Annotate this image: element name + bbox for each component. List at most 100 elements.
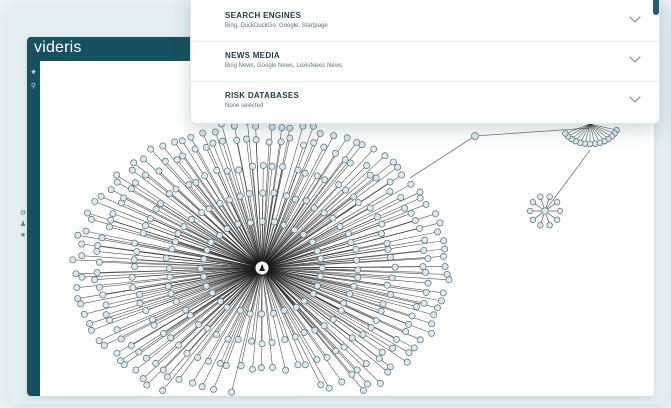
- graph-node[interactable]: [187, 133, 195, 141]
- graph-node[interactable]: [234, 220, 242, 228]
- graph-node[interactable]: [342, 186, 350, 194]
- graph-node[interactable]: [199, 129, 207, 137]
- graph-node[interactable]: [107, 186, 115, 194]
- graph-node[interactable]: [248, 337, 256, 345]
- graph-node[interactable]: [129, 284, 137, 292]
- graph-node[interactable]: [383, 281, 391, 289]
- graph-node[interactable]: [291, 226, 299, 234]
- graph-node[interactable]: [132, 366, 140, 374]
- graph-node[interactable]: [403, 358, 411, 366]
- graph-node[interactable]: [354, 274, 362, 282]
- graph-node[interactable]: [87, 215, 95, 223]
- graph-node[interactable]: [282, 366, 289, 374]
- graph-node[interactable]: [161, 157, 169, 165]
- graph-node[interactable]: [329, 214, 337, 222]
- filter-search-engines[interactable]: SEARCH ENGINES Bing, DuckDuckGo, Google,…: [191, 1, 659, 42]
- graph-node[interactable]: [562, 130, 569, 137]
- graph-node[interactable]: [309, 122, 317, 130]
- graph-node[interactable]: [537, 222, 544, 229]
- graph-node[interactable]: [376, 379, 384, 387]
- graph-node[interactable]: [150, 321, 158, 329]
- graph-node[interactable]: [377, 307, 385, 315]
- graph-node[interactable]: [420, 299, 428, 307]
- graph-node[interactable]: [142, 354, 150, 362]
- graph-node[interactable]: [270, 309, 278, 317]
- graph-node[interactable]: [302, 197, 310, 205]
- graph-node[interactable]: [207, 238, 215, 246]
- graph-node[interactable]: [127, 185, 135, 193]
- graph-node[interactable]: [268, 339, 276, 347]
- graph-node[interactable]: [106, 316, 114, 324]
- graph-node[interactable]: [313, 247, 321, 255]
- graph-node[interactable]: [556, 207, 564, 215]
- graph-node[interactable]: [99, 291, 107, 299]
- graph-node[interactable]: [300, 231, 307, 238]
- graph-node[interactable]: [95, 337, 103, 345]
- graph-node[interactable]: [78, 252, 86, 260]
- graph-node[interactable]: [162, 254, 170, 262]
- graph-node[interactable]: [379, 300, 387, 308]
- graph-node[interactable]: [440, 237, 448, 245]
- graph-node[interactable]: [348, 334, 356, 342]
- graph-node[interactable]: [149, 315, 156, 323]
- star-icon[interactable]: ★: [18, 230, 28, 241]
- graph-node[interactable]: [280, 221, 288, 229]
- graph-node[interactable]: [179, 152, 186, 160]
- graph-node[interactable]: [389, 344, 397, 352]
- graph-node[interactable]: [130, 159, 138, 167]
- graph-node[interactable]: [155, 167, 163, 175]
- graph-node[interactable]: [294, 361, 302, 369]
- graph-node[interactable]: [202, 144, 210, 151]
- chevron-down-icon[interactable]: [629, 11, 641, 23]
- graph-node[interactable]: [301, 169, 309, 177]
- graph-node[interactable]: [347, 239, 355, 246]
- graph-node[interactable]: [113, 326, 121, 334]
- graph-node[interactable]: [237, 362, 245, 370]
- graph-node[interactable]: [135, 348, 143, 356]
- graph-node[interactable]: [142, 307, 150, 314]
- graph-node[interactable]: [216, 199, 224, 207]
- gear-icon[interactable]: ⚙: [18, 208, 28, 219]
- graph-node[interactable]: [258, 217, 266, 225]
- graph-node[interactable]: [529, 216, 537, 223]
- graph-node[interactable]: [323, 354, 331, 361]
- graph-node[interactable]: [172, 298, 180, 306]
- graph-node[interactable]: [537, 193, 544, 200]
- graph-node[interactable]: [242, 135, 250, 143]
- graph-node[interactable]: [136, 299, 144, 307]
- graph-node[interactable]: [213, 166, 221, 174]
- graph-node[interactable]: [340, 299, 348, 307]
- graph-node[interactable]: [386, 188, 394, 196]
- graph-node[interactable]: [335, 181, 343, 189]
- graph-node[interactable]: [381, 152, 389, 160]
- graph-node[interactable]: [159, 387, 167, 395]
- graph-node[interactable]: [198, 383, 206, 391]
- graph-node[interactable]: [402, 328, 410, 336]
- filter-news-media[interactable]: NEWS MEDIA Bing News, Google News, Lexis…: [191, 41, 659, 82]
- graph-node[interactable]: [82, 227, 90, 235]
- graph-node[interactable]: [268, 163, 276, 170]
- graph-node[interactable]: [203, 282, 210, 290]
- graph-node[interactable]: [212, 331, 220, 339]
- graph-node[interactable]: [410, 344, 418, 352]
- graph-node[interactable]: [142, 171, 149, 179]
- graph-node[interactable]: [166, 273, 174, 281]
- graph-node[interactable]: [384, 368, 392, 376]
- graph-node[interactable]: [393, 335, 400, 343]
- graph-node[interactable]: [268, 123, 276, 131]
- graph-node[interactable]: [225, 196, 233, 204]
- graph-node[interactable]: [140, 155, 147, 163]
- graph-node[interactable]: [74, 295, 82, 302]
- graph-node[interactable]: [143, 381, 151, 389]
- graph-node[interactable]: [180, 223, 188, 231]
- graph-node[interactable]: [102, 311, 110, 319]
- graph-node[interactable]: [372, 317, 380, 325]
- graph-node[interactable]: [416, 224, 423, 232]
- graph-node[interactable]: [526, 207, 534, 215]
- graph-node[interactable]: [437, 297, 445, 305]
- graph-node[interactable]: [541, 207, 549, 215]
- graph-node[interactable]: [109, 210, 117, 217]
- graph-node[interactable]: [280, 306, 288, 314]
- graph-node[interactable]: [80, 310, 88, 318]
- graph-node[interactable]: [269, 363, 277, 371]
